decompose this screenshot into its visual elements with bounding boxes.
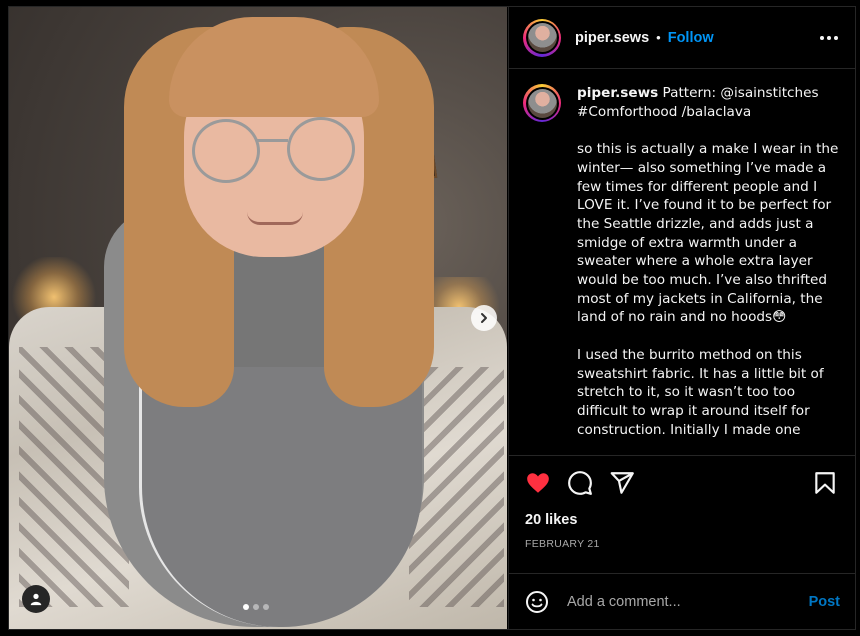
- photo-smile: [247, 212, 303, 225]
- comment-icon: [568, 471, 592, 495]
- post-actions: 20 likes FEBRUARY 21: [509, 455, 855, 573]
- chevron-right-icon: [481, 313, 487, 323]
- save-button[interactable]: [812, 470, 838, 496]
- caption-username[interactable]: piper.sews: [577, 85, 658, 101]
- avatar-image: [527, 88, 557, 118]
- like-button[interactable]: [525, 470, 551, 496]
- emoji-button[interactable]: [525, 590, 549, 614]
- post-comment-button[interactable]: Post: [809, 594, 840, 610]
- bookmark-icon: [815, 472, 835, 494]
- post-dialog: piper.sews • Follow piper.sews Pattern: …: [8, 6, 856, 630]
- carousel-dot: [253, 604, 259, 610]
- caption-avatar[interactable]: [523, 84, 561, 122]
- carousel-indicator: [243, 604, 269, 610]
- caption-scroll-area[interactable]: piper.sews Pattern: @isainstitches #Comf…: [509, 70, 855, 455]
- share-button[interactable]: [609, 470, 635, 496]
- photo-glasses-left: [192, 119, 260, 183]
- avatar[interactable]: [523, 18, 561, 57]
- comment-button[interactable]: [567, 470, 593, 496]
- separator-dot: •: [656, 30, 661, 45]
- carousel-dot: [243, 604, 249, 610]
- carousel-dot: [263, 604, 269, 610]
- avatar-image: [527, 23, 557, 52]
- caption-text: piper.sews Pattern: @isainstitches #Comf…: [577, 84, 842, 455]
- post-header: piper.sews • Follow: [509, 7, 855, 69]
- heart-icon: [527, 473, 549, 493]
- caption-paragraph-2: I used the burrito method on this sweats…: [577, 346, 828, 438]
- caption-paragraph-1: so this is actually a make I wear in the…: [577, 141, 843, 326]
- comment-bar: Post: [509, 573, 855, 629]
- post-sidebar: piper.sews • Follow piper.sews Pattern: …: [508, 7, 855, 629]
- more-options-button[interactable]: [816, 32, 842, 44]
- user-tag-icon: [30, 593, 42, 606]
- likes-count[interactable]: 20 likes: [525, 512, 842, 528]
- comment-input[interactable]: [565, 592, 809, 611]
- user-tag-button[interactable]: [22, 585, 50, 613]
- follow-button[interactable]: Follow: [668, 30, 714, 46]
- photo-glasses-right: [287, 117, 355, 181]
- more-icon: [820, 35, 824, 40]
- caption: piper.sews Pattern: @isainstitches #Comf…: [523, 84, 842, 455]
- photo-glasses-bridge: [256, 139, 288, 142]
- emoji-icon: [526, 590, 548, 613]
- post-date[interactable]: FEBRUARY 21: [525, 538, 842, 550]
- username-link[interactable]: piper.sews: [575, 30, 649, 46]
- share-icon: [610, 472, 634, 494]
- carousel-next-button[interactable]: [471, 305, 497, 331]
- action-icons: [525, 470, 842, 496]
- post-photo[interactable]: [9, 7, 507, 629]
